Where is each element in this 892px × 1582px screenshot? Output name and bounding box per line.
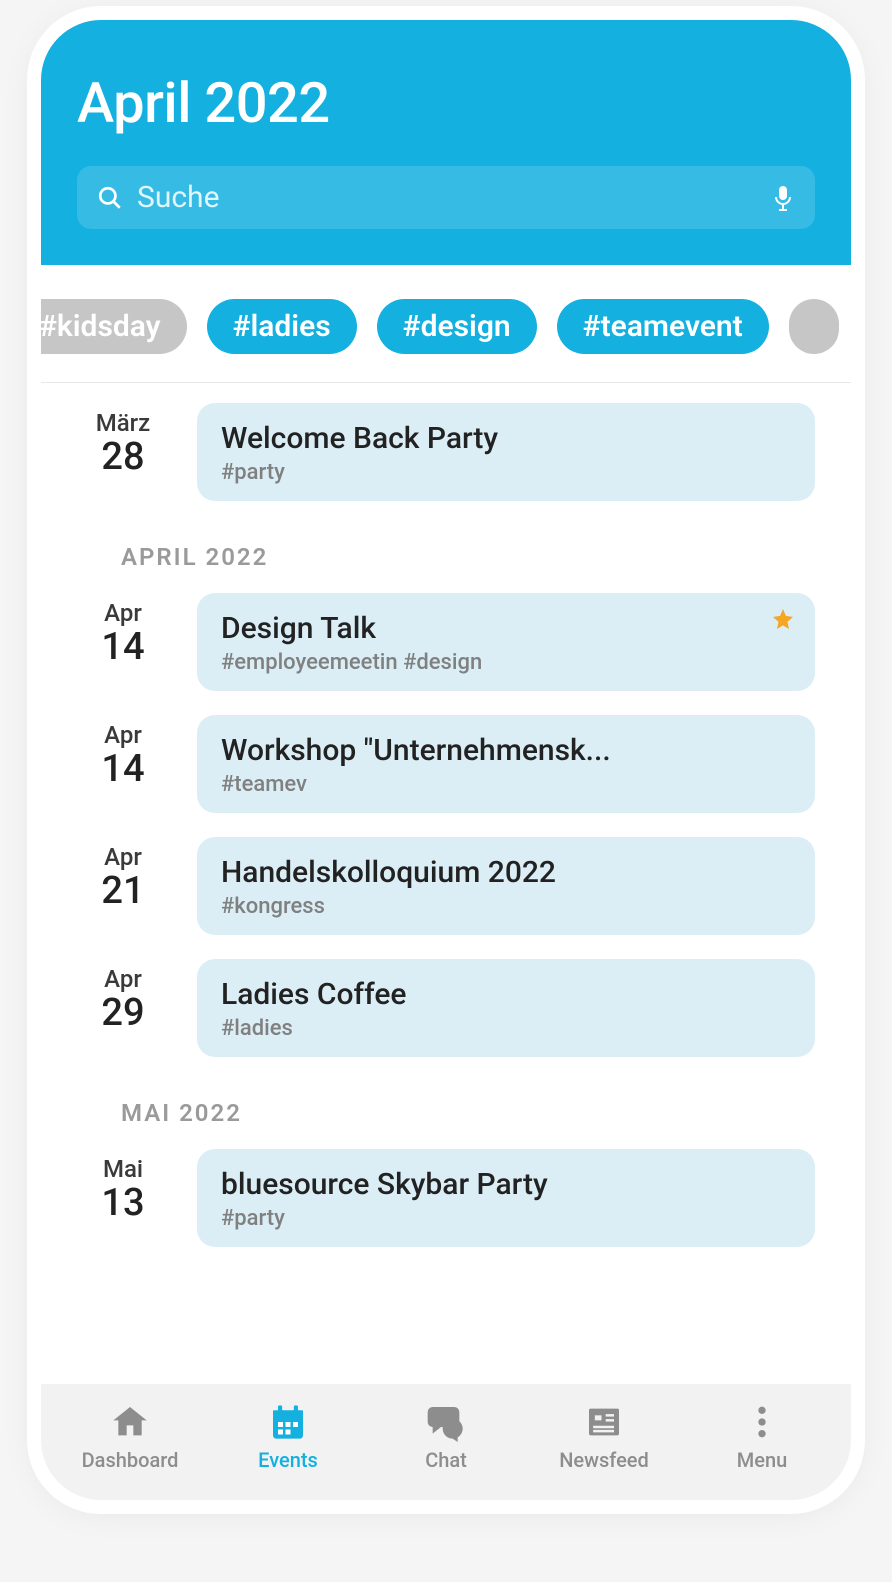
tab-events[interactable]: Events <box>223 1402 353 1472</box>
filter-chip-design[interactable]: #design <box>377 299 537 354</box>
filter-chip-kidsday[interactable]: #kidsday <box>41 299 187 354</box>
tab-label: Chat <box>425 1448 467 1472</box>
filter-chip-ladies[interactable]: #ladies <box>207 299 357 354</box>
tab-dashboard[interactable]: Dashboard <box>65 1402 195 1472</box>
tab-menu[interactable]: Menu <box>697 1402 827 1472</box>
tab-chat[interactable]: Chat <box>381 1402 511 1472</box>
screen: April 2022 Suche #kidsday #ladies #desig… <box>41 20 851 1500</box>
newspaper-icon <box>584 1402 624 1442</box>
event-row[interactable]: Mai 13 bluesource Skybar Party #party <box>77 1149 815 1247</box>
tab-bar: Dashboard Events Chat Newsfeed <box>41 1384 851 1500</box>
event-date-day: 13 <box>77 1183 169 1225</box>
event-date: Apr 21 <box>77 837 169 935</box>
event-card[interactable]: Design Talk #employeemeetin #design <box>197 593 815 691</box>
star-icon[interactable] <box>771 607 795 631</box>
event-tags: #teamev <box>221 772 791 797</box>
event-date-month: Apr <box>77 599 169 627</box>
search-placeholder: Suche <box>137 180 757 215</box>
event-tags: #kongress <box>221 894 791 919</box>
home-icon <box>110 1402 150 1442</box>
event-title: Welcome Back Party <box>221 421 791 456</box>
event-title: Design Talk <box>221 611 791 646</box>
event-date-month: Apr <box>77 721 169 749</box>
section-header: MAI 2022 <box>77 1081 815 1149</box>
event-date: Apr 29 <box>77 959 169 1057</box>
event-tags: #party <box>221 460 791 485</box>
event-date-day: 21 <box>77 871 169 913</box>
event-row[interactable]: Apr 21 Handelskolloquium 2022 #kongress <box>77 837 815 935</box>
event-title: Ladies Coffee <box>221 977 791 1012</box>
tab-label: Newsfeed <box>559 1448 649 1472</box>
search-icon <box>97 185 123 211</box>
event-tags: #party <box>221 1206 791 1231</box>
more-vertical-icon <box>742 1402 782 1442</box>
events-list[interactable]: März 28 Welcome Back Party #party APRIL … <box>41 383 851 1384</box>
event-date-month: März <box>77 409 169 437</box>
event-tags: #employeemeetin #design <box>221 650 791 675</box>
event-row[interactable]: Apr 14 Design Talk #employeemeetin #desi… <box>77 593 815 691</box>
event-title: Handelskolloquium 2022 <box>221 855 791 890</box>
filter-chip-teamevent[interactable]: #teamevent <box>557 299 769 354</box>
event-card[interactable]: Ladies Coffee #ladies <box>197 959 815 1057</box>
event-card[interactable]: Welcome Back Party #party <box>197 403 815 501</box>
event-card[interactable]: bluesource Skybar Party #party <box>197 1149 815 1247</box>
chat-icon <box>426 1402 466 1442</box>
event-date: Apr 14 <box>77 593 169 691</box>
event-row[interactable]: Apr 29 Ladies Coffee #ladies <box>77 959 815 1057</box>
event-date-month: Mai <box>77 1155 169 1183</box>
event-row[interactable]: Apr 14 Workshop "Unternehmensk... #teame… <box>77 715 815 813</box>
event-date: Mai 13 <box>77 1149 169 1247</box>
device-frame: April 2022 Suche #kidsday #ladies #desig… <box>41 20 851 1500</box>
event-date-month: Apr <box>77 843 169 871</box>
event-date: Apr 14 <box>77 715 169 813</box>
section-header: APRIL 2022 <box>77 525 815 593</box>
event-title: Workshop "Unternehmensk... <box>221 733 791 768</box>
event-tags: #ladies <box>221 1016 791 1041</box>
event-date-day: 14 <box>77 749 169 791</box>
event-card[interactable]: Handelskolloquium 2022 #kongress <box>197 837 815 935</box>
filter-chip-more[interactable] <box>789 299 839 354</box>
tab-label: Menu <box>737 1448 787 1472</box>
header: April 2022 Suche <box>41 20 851 265</box>
event-date: März 28 <box>77 403 169 501</box>
tab-label: Events <box>258 1448 318 1472</box>
calendar-icon <box>268 1402 308 1442</box>
event-date-month: Apr <box>77 965 169 993</box>
search-input[interactable]: Suche <box>77 166 815 229</box>
event-date-day: 29 <box>77 993 169 1035</box>
event-row[interactable]: März 28 Welcome Back Party #party <box>77 403 815 501</box>
microphone-icon[interactable] <box>771 184 795 212</box>
tab-label: Dashboard <box>82 1448 179 1472</box>
filter-chips-row[interactable]: #kidsday #ladies #design #teamevent <box>41 265 851 383</box>
tab-newsfeed[interactable]: Newsfeed <box>539 1402 669 1472</box>
page-title: April 2022 <box>77 70 815 136</box>
event-title: bluesource Skybar Party <box>221 1167 791 1202</box>
event-date-day: 14 <box>77 627 169 669</box>
event-date-day: 28 <box>77 437 169 479</box>
event-card[interactable]: Workshop "Unternehmensk... #teamev <box>197 715 815 813</box>
